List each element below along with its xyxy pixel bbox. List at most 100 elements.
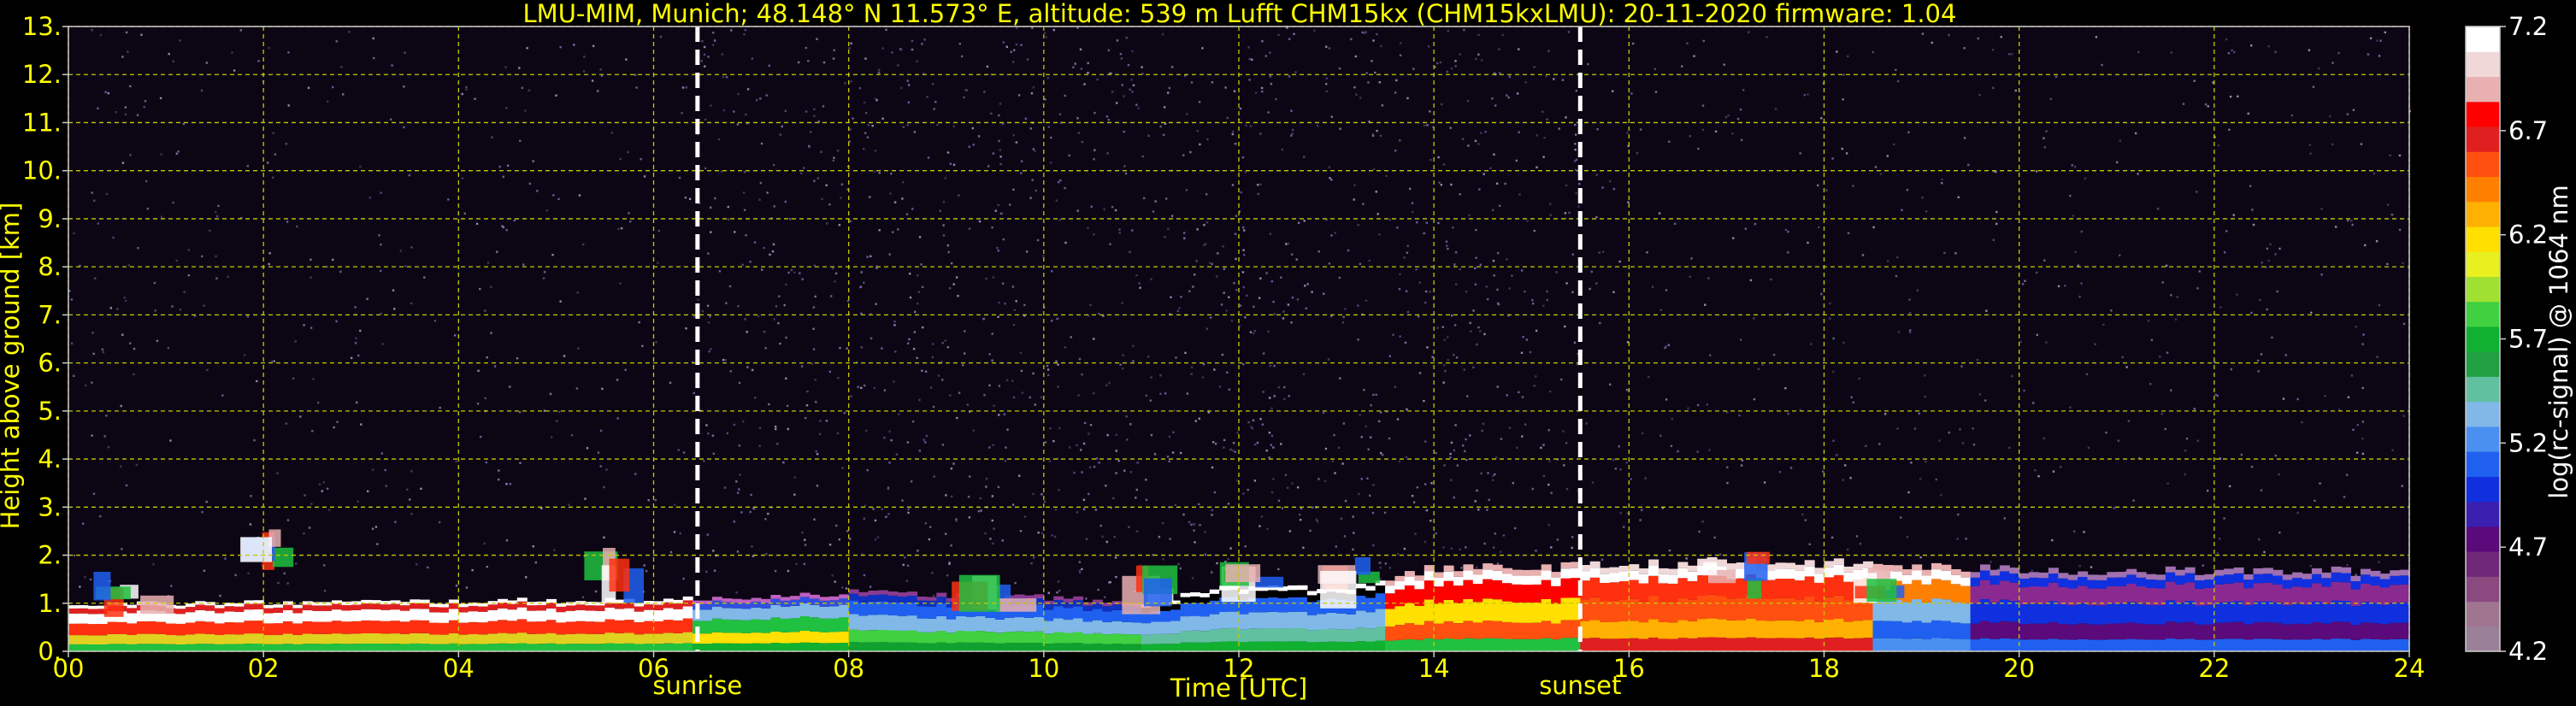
signal-cell	[527, 633, 538, 644]
noise-dot	[1648, 375, 1650, 379]
noise-dot	[471, 568, 474, 572]
noise-dot	[91, 29, 93, 32]
signal-cell	[2302, 604, 2313, 625]
cloud-cell	[958, 574, 1000, 612]
noise-dot	[1080, 449, 1082, 451]
noise-dot	[1941, 178, 1943, 181]
signal-cell	[233, 644, 245, 651]
noise-dot	[793, 271, 796, 274]
signal-cell	[1931, 598, 1942, 621]
noise-dot	[1841, 147, 1843, 150]
noise-dot	[1829, 302, 1831, 305]
noise-dot	[895, 453, 899, 456]
noise-dot	[1738, 414, 1741, 417]
noise-dot	[1658, 212, 1661, 215]
signal-cell	[2019, 604, 2030, 624]
noise-dot	[1395, 79, 1398, 82]
signal-cell	[370, 609, 381, 621]
noise-dot	[1291, 132, 1294, 135]
noise-dot	[215, 215, 219, 218]
noise-dot	[1015, 141, 1018, 144]
noise-dot	[1542, 156, 1545, 158]
noise-dot	[1625, 462, 1628, 464]
noise-dot	[1372, 484, 1375, 486]
signal-cell	[1697, 637, 1708, 651]
noise-dot	[2196, 191, 2198, 193]
signal-cell	[2126, 602, 2137, 623]
noise-dot	[1005, 379, 1009, 382]
signal-cell	[185, 644, 196, 651]
noise-dot	[1571, 291, 1574, 293]
noise-dot	[1425, 509, 1429, 512]
noise-dot	[1373, 168, 1376, 171]
noise-dot	[991, 495, 994, 497]
signal-cell	[1668, 568, 1678, 575]
signal-cell	[2311, 601, 2322, 622]
noise-dot	[2083, 531, 2085, 533]
noise-dot	[498, 478, 500, 481]
signal-cell	[498, 598, 508, 603]
signal-cell	[487, 604, 498, 610]
noise-dot	[960, 55, 964, 58]
signal-cell	[2361, 602, 2371, 623]
noise-dot	[1211, 262, 1213, 266]
noise-dot	[1508, 287, 1511, 290]
colorbar-swatch	[2466, 76, 2500, 103]
noise-dot	[1036, 238, 1040, 242]
signal-cell	[1483, 569, 1494, 580]
noise-dot	[729, 370, 732, 373]
noise-dot	[2324, 395, 2326, 397]
noise-dot	[91, 434, 93, 437]
noise-dot	[876, 536, 880, 538]
signal-cell	[1053, 606, 1064, 619]
signal-cell	[2331, 621, 2342, 639]
noise-dot	[603, 536, 605, 538]
noise-dot	[1381, 104, 1384, 107]
noise-dot	[393, 308, 396, 310]
signal-cell	[1512, 602, 1523, 623]
signal-cell	[1277, 591, 1288, 598]
noise-dot	[1111, 91, 1114, 93]
signal-cell	[1560, 597, 1571, 621]
noise-dot	[420, 487, 422, 490]
signal-cell	[985, 632, 996, 644]
noise-dot	[779, 342, 781, 345]
noise-dot	[474, 97, 476, 100]
signal-cell	[1385, 580, 1396, 586]
signal-cell	[682, 643, 693, 651]
noise-dot	[831, 574, 834, 577]
signal-cell	[1453, 638, 1464, 651]
noise-dot	[371, 468, 374, 471]
noise-dot	[2147, 320, 2150, 322]
noise-dot	[2296, 397, 2299, 401]
noise-dot	[1639, 128, 1642, 131]
noise-dot	[1357, 338, 1359, 341]
signal-cell	[604, 632, 616, 644]
signal-cell	[527, 621, 538, 634]
noise-dot	[1087, 227, 1089, 229]
signal-cell	[926, 601, 937, 607]
noise-dot	[945, 494, 947, 497]
signal-cell	[2096, 639, 2107, 651]
noise-dot	[268, 46, 270, 50]
signal-cell	[722, 619, 733, 633]
signal-cell	[448, 603, 459, 609]
signal-cell	[936, 597, 947, 603]
signal-cell	[1512, 622, 1523, 639]
signal-cell	[1463, 564, 1474, 571]
signal-cell	[770, 617, 781, 632]
noise-dot	[917, 550, 919, 552]
noise-dot	[1150, 433, 1153, 437]
noise-dot	[2237, 95, 2239, 97]
noise-dot	[701, 310, 704, 313]
signal-cell	[1531, 575, 1542, 585]
noise-dot	[1399, 54, 1402, 56]
signal-cell	[1063, 620, 1074, 633]
signal-cell	[1989, 584, 2001, 603]
signal-cell	[2184, 601, 2196, 622]
signal-cell	[663, 608, 674, 621]
noise-dot	[1849, 477, 1852, 479]
signal-cell	[868, 591, 879, 595]
noise-dot	[659, 35, 663, 38]
noise-dot	[603, 485, 605, 489]
